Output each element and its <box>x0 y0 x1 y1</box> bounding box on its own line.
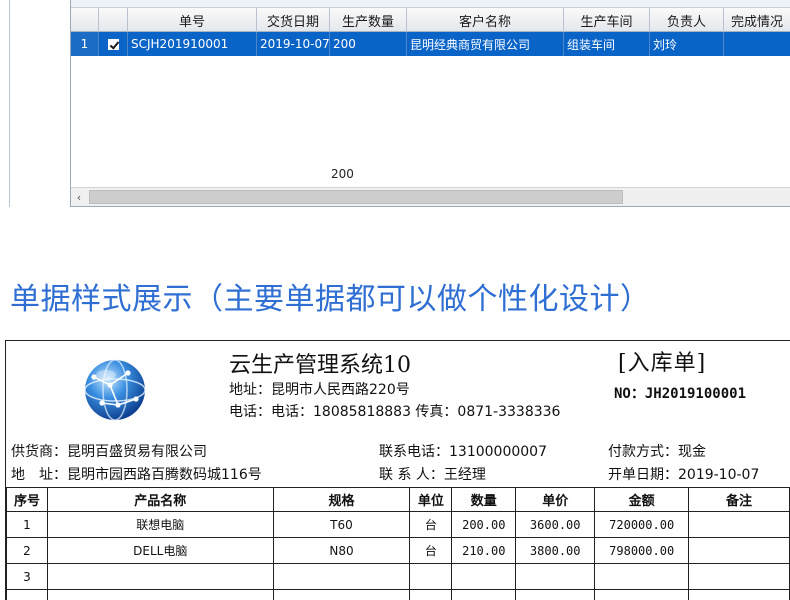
header-quantity: 数量 <box>451 487 517 512</box>
cell-product-name: 联想电脑 <box>46 511 274 538</box>
left-pane <box>0 0 10 207</box>
header-amount: 金额 <box>594 487 690 512</box>
production-plan-grid-panel: 单号 交货日期 生产数量 客户名称 生产车间 负责人 完成情况 1 SCJH20… <box>0 0 790 207</box>
cell-unit: 台 <box>409 537 453 564</box>
supplier-phone: 联系电话：13100000007 <box>379 444 547 460</box>
cell-quantity: 200.00 <box>451 511 517 538</box>
column-header-manager[interactable]: 负责人 <box>650 8 724 32</box>
cell-unit-price <box>515 563 596 590</box>
cell-spec: T60 <box>272 511 411 538</box>
open-date: 开单日期：2019-10-07 <box>608 467 760 483</box>
company-contact: 电话：电话：18085818883 传真：0871-3338336 <box>229 404 561 420</box>
scroll-left-arrow-icon[interactable]: ‹ <box>71 188 87 206</box>
horizontal-scrollbar[interactable]: ‹ <box>71 187 790 206</box>
items-table: 序号 产品名称 规格 单位 数量 单价 金额 备注 1 联想电脑 T60 台 2… <box>6 487 790 600</box>
cell-product-name <box>46 563 274 590</box>
page-title: 单据样式展示（主要单据都可以做个性化设计） <box>10 282 651 317</box>
cell-seq: 3 <box>6 563 48 590</box>
cell-unit: 台 <box>409 511 453 538</box>
items-table-header: 序号 产品名称 规格 单位 数量 单价 金额 备注 <box>6 487 790 512</box>
cell-manager[interactable]: 刘玲 <box>650 32 724 56</box>
row-select-cell[interactable] <box>99 32 128 56</box>
cell-spec <box>272 589 411 600</box>
cell-quantity[interactable]: 200 <box>330 32 407 56</box>
header-unit: 单位 <box>409 487 453 512</box>
document-type: [入库单] <box>618 351 707 376</box>
cell-workshop[interactable]: 组装车间 <box>564 32 650 56</box>
cell-unit-price <box>515 589 596 600</box>
cell-remark <box>688 537 790 564</box>
company-name: 云生产管理系统10 <box>229 353 411 378</box>
table-row: 3 <box>6 563 790 590</box>
cell-customer[interactable]: 昆明经典商贸有限公司 <box>407 32 564 56</box>
column-header-status[interactable]: 完成情况 <box>724 8 790 32</box>
table-row <box>6 589 790 600</box>
cell-status[interactable] <box>724 32 790 56</box>
table-row[interactable]: 1 SCJH201910001 2019-10-07 200 昆明经典商贸有限公… <box>71 32 790 56</box>
checked-checkbox-icon[interactable] <box>107 38 119 50</box>
cell-unit <box>409 589 453 600</box>
column-header-quantity[interactable]: 生产数量 <box>330 8 407 32</box>
grid-header-row: 单号 交货日期 生产数量 客户名称 生产车间 负责人 完成情况 <box>71 8 790 32</box>
cell-remark <box>688 563 790 590</box>
table-row: 2 DELL电脑 N80 台 210.00 3800.00 798000.00 <box>6 537 790 564</box>
header-product-name: 产品名称 <box>46 487 274 512</box>
cell-order-no[interactable]: SCJH201910001 <box>128 32 257 56</box>
cell-remark <box>688 589 790 600</box>
cell-product-name <box>46 589 274 600</box>
company-address: 地址：昆明市人民西路220号 <box>229 382 410 398</box>
data-grid[interactable]: 单号 交货日期 生产数量 客户名称 生产车间 负责人 完成情况 1 SCJH20… <box>70 0 790 207</box>
cell-amount <box>594 563 690 590</box>
globe-network-icon <box>84 359 146 421</box>
supplier-name: 供货商：昆明百盛贸易有限公司 <box>11 444 207 460</box>
cell-amount <box>594 589 690 600</box>
scrollbar-thumb[interactable] <box>89 190 623 204</box>
column-header-customer[interactable]: 客户名称 <box>407 8 564 32</box>
cell-quantity <box>451 589 517 600</box>
cell-amount: 720000.00 <box>594 511 690 538</box>
cell-spec: N80 <box>272 537 411 564</box>
column-header-index[interactable] <box>71 8 99 32</box>
cell-quantity <box>451 563 517 590</box>
cell-remark <box>688 511 790 538</box>
cell-seq <box>6 589 48 600</box>
supplier-address: 地 址：昆明市园西路百腾数码城116号 <box>11 467 262 483</box>
cell-seq: 2 <box>6 537 48 564</box>
contact-person: 联 系 人：王经理 <box>379 467 486 483</box>
grid-toolbar-strip <box>71 0 790 8</box>
header-seq: 序号 <box>6 487 48 512</box>
cell-unit <box>409 563 453 590</box>
header-unit-price: 单价 <box>515 487 596 512</box>
quantity-total: 200 <box>331 167 354 181</box>
column-header-select[interactable] <box>99 8 128 32</box>
cell-quantity: 210.00 <box>451 537 517 564</box>
column-header-delivery-date[interactable]: 交货日期 <box>257 8 330 32</box>
cell-unit-price: 3600.00 <box>515 511 596 538</box>
column-header-workshop[interactable]: 生产车间 <box>564 8 650 32</box>
cell-spec <box>272 563 411 590</box>
cell-amount: 798000.00 <box>594 537 690 564</box>
warehouse-receipt-document: 云生产管理系统10 地址：昆明市人民西路220号 电话：电话：180858188… <box>5 340 790 600</box>
table-row: 1 联想电脑 T60 台 200.00 3600.00 720000.00 <box>6 511 790 538</box>
header-remark: 备注 <box>688 487 790 512</box>
cell-unit-price: 3800.00 <box>515 537 596 564</box>
cell-delivery-date[interactable]: 2019-10-07 <box>257 32 330 56</box>
column-header-order-no[interactable]: 单号 <box>128 8 257 32</box>
cell-seq: 1 <box>6 511 48 538</box>
header-spec: 规格 <box>272 487 411 512</box>
payment-method: 付款方式：现金 <box>608 444 706 460</box>
cell-product-name: DELL电脑 <box>46 537 274 564</box>
row-index: 1 <box>71 32 99 56</box>
document-number: NO：JH2019100001 <box>614 386 747 402</box>
